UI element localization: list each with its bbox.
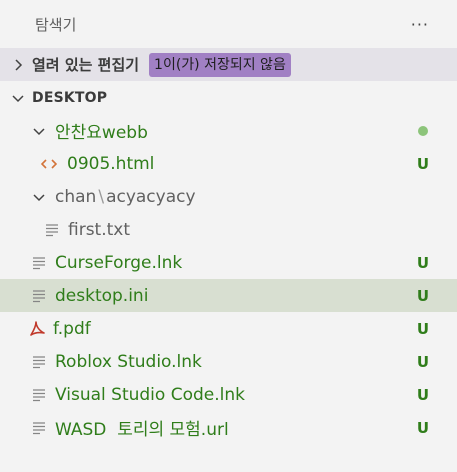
text-file-icon	[30, 254, 48, 272]
explorer-title: 탐색기	[35, 15, 77, 34]
tree-file-wasd-url[interactable]: WASD 토리의 모험.url U	[0, 411, 457, 444]
chevron-down-icon	[8, 88, 28, 108]
tree-folder-chan-acyacyacy[interactable]: chan \ acyacyacy	[0, 180, 457, 213]
text-file-icon	[30, 386, 48, 404]
file-name: CurseForge.lnk	[55, 252, 183, 273]
html-file-icon	[40, 155, 58, 173]
open-editors-section[interactable]: 열려 있는 편집기 1이(가) 저장되지 않음	[0, 48, 457, 81]
git-status: U	[416, 286, 429, 305]
git-status: U	[416, 253, 429, 272]
tree-file-curseforge[interactable]: CurseForge.lnk U	[0, 246, 457, 279]
pdf-file-icon	[28, 320, 46, 338]
folder-name-part: acyacyacy	[106, 186, 196, 207]
chevron-down-icon	[29, 187, 49, 207]
explorer-header: 탐색기 ···	[0, 0, 457, 48]
open-editors-label: 열려 있는 편집기	[32, 56, 140, 74]
tree-file-roblox-studio[interactable]: Roblox Studio.lnk U	[0, 345, 457, 378]
path-separator: \	[98, 186, 105, 207]
text-file-icon	[30, 353, 48, 371]
file-name: desktop.ini	[55, 285, 149, 306]
unsaved-badge: 1이(가) 저장되지 않음	[149, 52, 291, 77]
text-file-icon	[30, 287, 48, 305]
file-name: Roblox Studio.lnk	[55, 351, 202, 372]
git-status: U	[416, 418, 429, 437]
modified-dot	[418, 125, 428, 136]
git-status: U	[416, 319, 429, 338]
text-file-icon	[43, 221, 61, 239]
git-status: U	[416, 154, 429, 173]
more-actions-button[interactable]: ···	[411, 15, 429, 34]
file-name: 0905.html	[67, 153, 155, 174]
chevron-down-icon	[29, 121, 49, 141]
desktop-label: DESKTOP	[32, 89, 108, 106]
tree-file-desktop-ini[interactable]: desktop.ini U	[0, 279, 457, 312]
chevron-right-icon	[8, 55, 28, 75]
file-name: Visual Studio Code.lnk	[55, 384, 245, 405]
tree-file-0905-html[interactable]: 0905.html U	[0, 147, 457, 180]
tree-folder-anchanyo[interactable]: 안찬요webb	[0, 114, 457, 147]
tree-file-first-txt[interactable]: first.txt	[0, 213, 457, 246]
git-status: U	[416, 385, 429, 404]
file-name: first.txt	[68, 219, 131, 240]
folder-name-part: chan	[55, 186, 97, 207]
folder-name: 안찬요webb	[55, 123, 148, 143]
desktop-section[interactable]: DESKTOP	[0, 81, 457, 114]
file-name: f.pdf	[53, 318, 91, 339]
tree-file-vscode[interactable]: Visual Studio Code.lnk U	[0, 378, 457, 411]
git-status: U	[416, 352, 429, 371]
tree-file-f-pdf[interactable]: f.pdf U	[0, 312, 457, 345]
text-file-icon	[30, 419, 48, 437]
file-name: WASD 토리의 모험.url	[55, 420, 229, 440]
